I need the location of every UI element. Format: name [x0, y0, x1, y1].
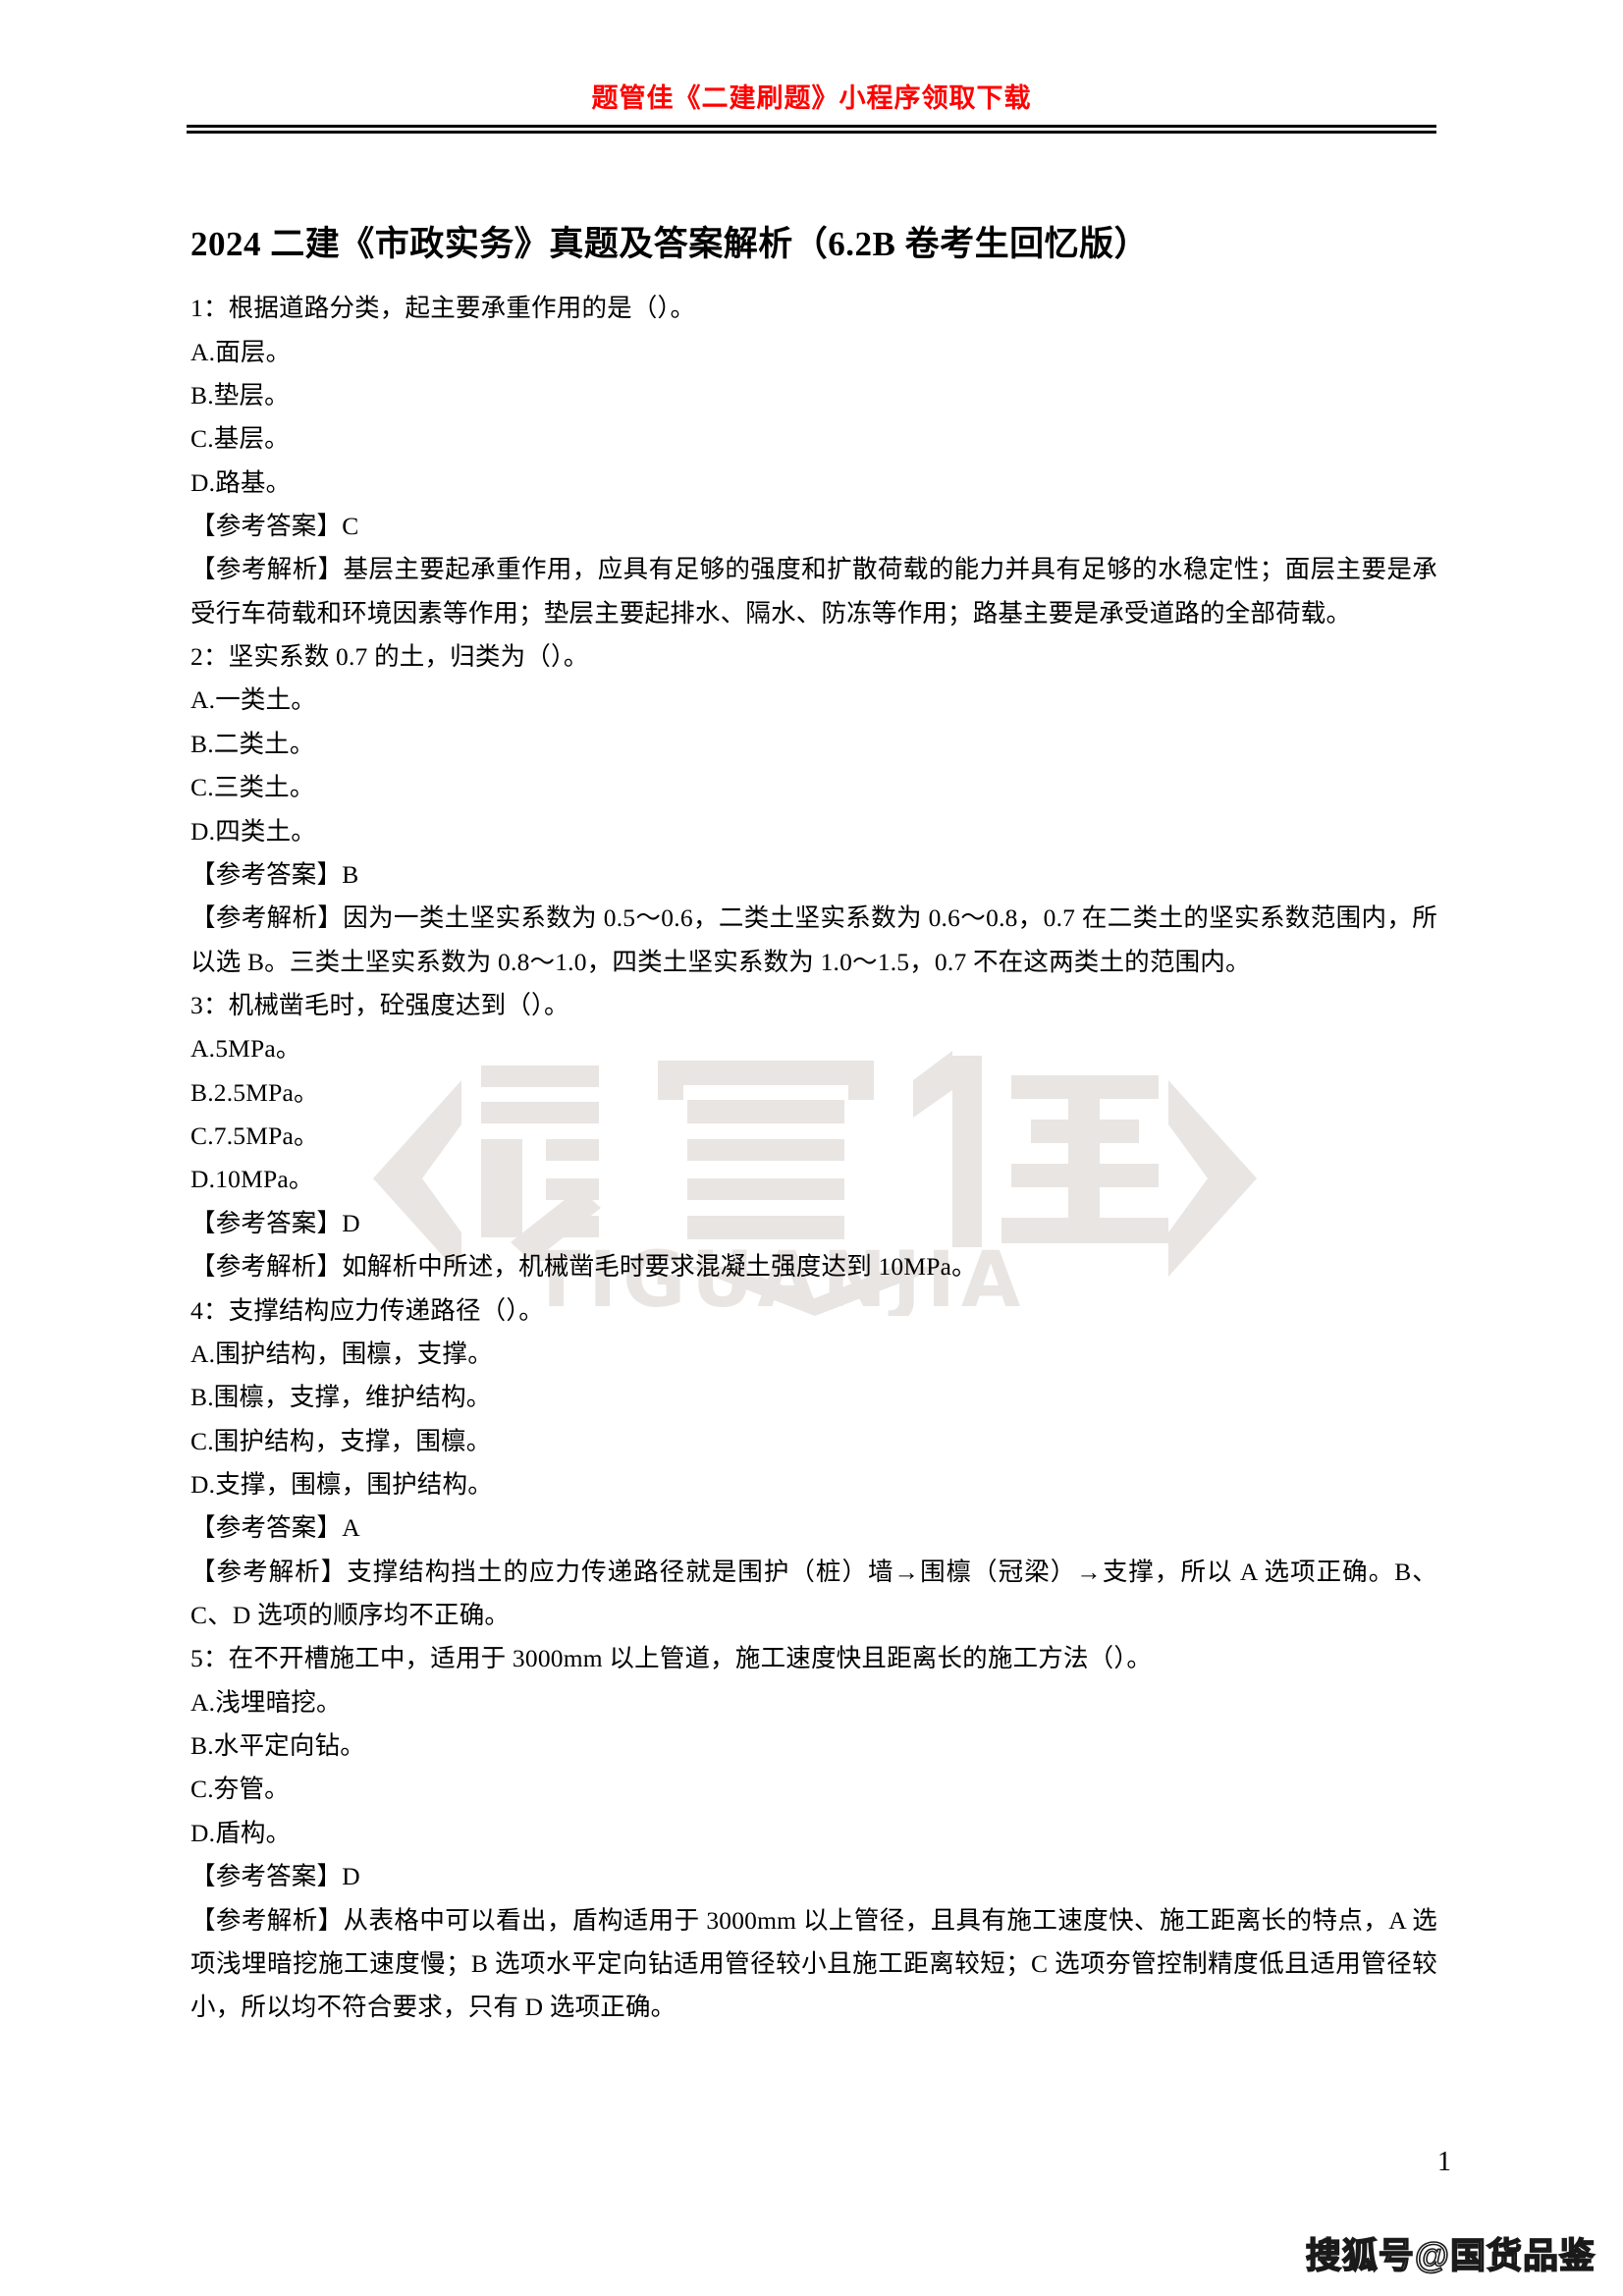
- page-number: 1: [1437, 2147, 1451, 2177]
- option-d[interactable]: D.支撑，围檩，围护结构。: [190, 1463, 1437, 1506]
- option-b[interactable]: B.2.5MPa。: [190, 1071, 1437, 1115]
- reference-explanation: 【参考解析】从表格中可以看出，盾构适用于 3000mm 以上管径，且具有施工速度…: [190, 1905, 1437, 2022]
- option-d[interactable]: D.10MPa。: [190, 1158, 1437, 1201]
- header-banner-text: 题管佳《二建刷题》小程序领取下载: [591, 83, 1032, 113]
- question-stem: 1：根据道路分类，起主要承重作用的是（）。: [190, 294, 696, 323]
- option-a[interactable]: A.一类土。: [190, 679, 1437, 722]
- option-c[interactable]: C.夯管。: [190, 1768, 1437, 1811]
- reference-answer: 【参考答案】D: [190, 1208, 360, 1237]
- reference-answer: 【参考答案】A: [190, 1513, 360, 1543]
- question-stem: 4：支撑结构应力传递路径（）。: [190, 1295, 545, 1325]
- question-stem: 3：机械凿毛时，砼强度达到（）。: [190, 991, 569, 1019]
- option-b[interactable]: B.围檩，支撑，维护结构。: [190, 1376, 1437, 1419]
- option-c[interactable]: C.三类土。: [190, 766, 1437, 809]
- document-body: 2024 二建《市政实务》真题及答案解析（6.2B 卷考生回忆版） 1：根据道路…: [190, 221, 1437, 2030]
- question-block: 3：机械凿毛时，砼强度达到（）。 A.5MPa。 B.2.5MPa。 C.7.5…: [190, 984, 1437, 1289]
- page-header: 题管佳《二建刷题》小程序领取下载: [0, 0, 1623, 134]
- question-stem: 5：在不开槽施工中，适用于 3000mm 以上管道，施工速度快且距离长的施工方法…: [190, 1644, 1153, 1673]
- question-block: 5：在不开槽施工中，适用于 3000mm 以上管道，施工速度快且距离长的施工方法…: [190, 1637, 1437, 2029]
- header-divider: [187, 125, 1436, 134]
- option-d[interactable]: D.盾构。: [190, 1812, 1437, 1855]
- question-block: 2：坚实系数 0.7 的土，归类为（）。 A.一类土。 B.二类土。 C.三类土…: [190, 635, 1437, 984]
- option-b[interactable]: B.二类土。: [190, 723, 1437, 766]
- question-block: 4：支撑结构应力传递路径（）。 A.围护结构，围檩，支撑。 B.围檩，支撑，维护…: [190, 1289, 1437, 1638]
- reference-answer: 【参考答案】B: [190, 859, 359, 889]
- reference-explanation: 【参考解析】因为一类土坚实系数为 0.5～0.6，二类土坚实系数为 0.6～0.…: [190, 903, 1437, 976]
- option-a[interactable]: A.浅埋暗挖。: [190, 1681, 1437, 1724]
- document-page: TIGUANJIA 题管佳《二建刷题》小程序领取下载 2024 二建《市政实务》…: [0, 0, 1623, 2296]
- option-b[interactable]: B.水平定向钻。: [190, 1724, 1437, 1768]
- option-d[interactable]: D.四类土。: [190, 810, 1437, 853]
- question-stem: 2：坚实系数 0.7 的土，归类为（）。: [190, 642, 589, 672]
- reference-answer: 【参考答案】C: [190, 512, 359, 541]
- option-b[interactable]: B.垫层。: [190, 374, 1437, 417]
- option-a[interactable]: A.面层。: [190, 331, 1437, 374]
- option-c[interactable]: C.围护结构，支撑，围檩。: [190, 1420, 1437, 1463]
- option-a[interactable]: A.围护结构，围檩，支撑。: [190, 1333, 1437, 1376]
- option-c[interactable]: C.基层。: [190, 417, 1437, 461]
- reference-explanation: 【参考解析】如解析中所述，机械凿毛时要求混凝土强度达到 10MPa。: [190, 1252, 977, 1282]
- reference-answer: 【参考答案】D: [190, 1862, 360, 1891]
- footer-watermark-text: 搜狐号@国货品鉴: [1305, 2234, 1596, 2276]
- page-title: 2024 二建《市政实务》真题及答案解析（6.2B 卷考生回忆版）: [190, 225, 1150, 263]
- reference-explanation: 【参考解析】支撑结构挡土的应力传递路径就是围护（桩）墙→围檩（冠梁）→支撑，所以…: [190, 1557, 1437, 1630]
- option-a[interactable]: A.5MPa。: [190, 1027, 1437, 1070]
- question-block: 1：根据道路分类，起主要承重作用的是（）。 A.面层。 B.垫层。 C.基层。 …: [190, 287, 1437, 635]
- option-d[interactable]: D.路基。: [190, 462, 1437, 505]
- option-c[interactable]: C.7.5MPa。: [190, 1115, 1437, 1158]
- reference-explanation: 【参考解析】基层主要起承重作用，应具有足够的强度和扩散荷载的能力并具有足够的水稳…: [190, 555, 1437, 628]
